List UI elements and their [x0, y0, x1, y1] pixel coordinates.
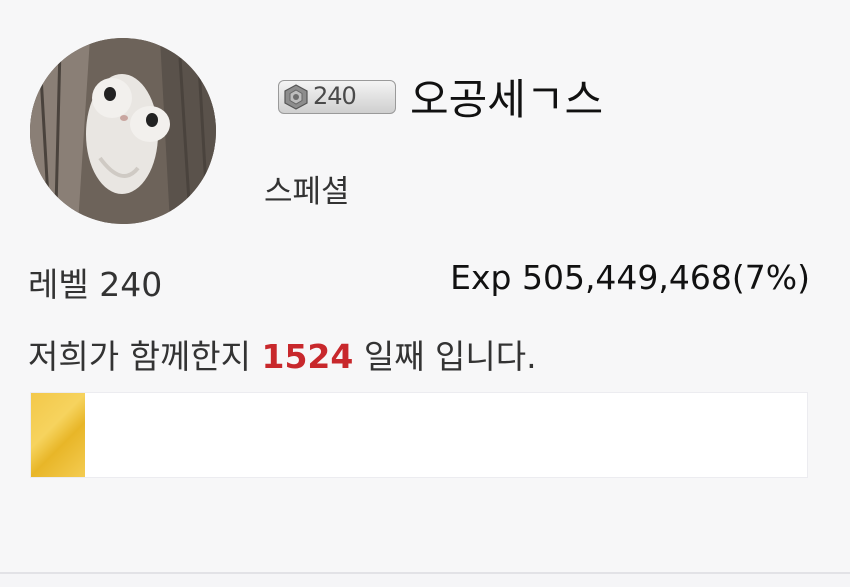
level-label: 레벨 240 [28, 265, 163, 304]
exp-label: Exp 505,449,468(7%) [450, 258, 810, 297]
profile-card: 240 오공세ㄱ스 스페셜 레벨 240 Exp 505,449,468(7%)… [0, 0, 850, 574]
days-prefix: 저희가 함께한지 [28, 337, 262, 376]
days-together-text: 저희가 함께한지 1524 일째 입니다. [28, 330, 537, 378]
level-emblem-icon [284, 84, 308, 110]
flying-squirrel-avatar-image [30, 38, 216, 224]
exp-progress-bar [30, 392, 808, 478]
badge-level-number: 240 [313, 82, 357, 110]
character-nickname: 오공세ㄱ스 [410, 75, 604, 124]
character-job: 스페셜 [264, 174, 350, 210]
days-count: 1524 [261, 337, 354, 376]
level-badge: 240 [278, 80, 396, 114]
days-suffix: 일째 입니다. [353, 337, 537, 376]
avatar[interactable] [30, 38, 216, 224]
exp-progress-fill [31, 393, 86, 477]
